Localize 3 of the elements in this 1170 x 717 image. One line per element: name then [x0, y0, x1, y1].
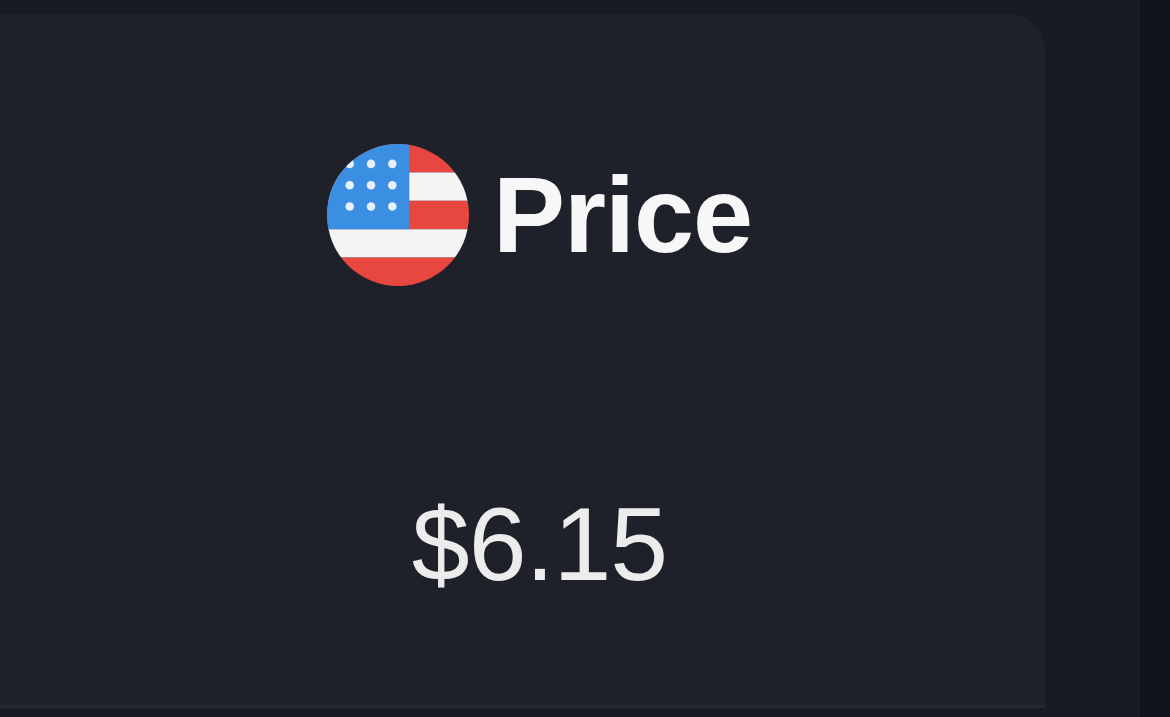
flag-icon	[326, 144, 469, 286]
price-value: $6.15	[411, 492, 668, 596]
price-label: Price	[492, 161, 753, 269]
